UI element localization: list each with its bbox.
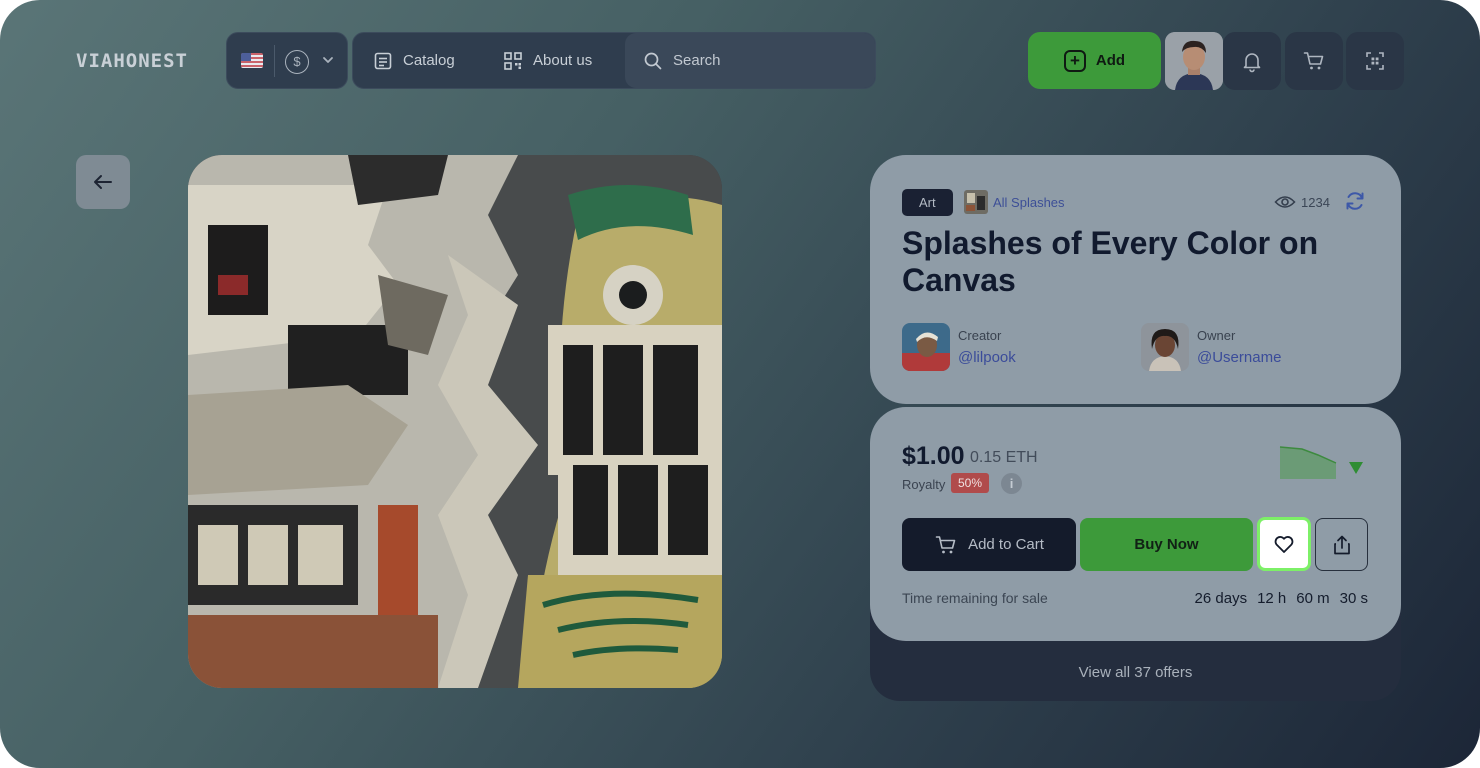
countdown-seconds: 30 s	[1339, 590, 1368, 607]
add-button-label: Add	[1095, 52, 1126, 69]
currency-icon: $	[285, 50, 309, 74]
share-button[interactable]	[1315, 518, 1368, 571]
scan-icon	[1366, 52, 1384, 70]
nav-catalog-label: Catalog	[403, 52, 455, 69]
divider	[274, 45, 275, 77]
main-nav: Catalog About us	[352, 32, 876, 89]
trend-down-icon	[1349, 462, 1363, 474]
collection-thumbnail	[964, 190, 988, 214]
price-sparkline	[1279, 446, 1337, 479]
avatar-portrait	[1165, 32, 1223, 90]
logo[interactable]: VIAHONEST	[76, 50, 188, 72]
sale-timer-label: Time remaining for sale	[902, 590, 1048, 606]
nft-artwork[interactable]	[188, 155, 722, 688]
owner-label: Owner	[1197, 328, 1236, 343]
qr-icon	[504, 51, 522, 70]
info-icon[interactable]: i	[1001, 473, 1022, 494]
view-all-offers-link[interactable]: View all 37 offers	[870, 664, 1401, 681]
cart-icon	[935, 535, 956, 553]
chevron-down-icon	[323, 57, 333, 63]
owner-avatar[interactable]	[1141, 323, 1189, 371]
price-card: $1.00 0.15 ETH Royalty 50% i Add to Cart…	[870, 407, 1401, 641]
like-button[interactable]	[1257, 517, 1311, 571]
cart-icon	[1303, 52, 1324, 70]
category-tag[interactable]: Art	[902, 189, 953, 216]
cart-button[interactable]	[1285, 32, 1343, 90]
nav-about-us[interactable]: About us	[503, 33, 592, 88]
view-count: 1234	[1301, 195, 1330, 210]
royalty-badge: 50%	[951, 473, 990, 493]
plus-icon: +	[1063, 49, 1086, 72]
nav-about-label: About us	[533, 52, 593, 69]
artwork-image	[188, 155, 722, 688]
catalog-icon	[374, 52, 392, 69]
notifications-button[interactable]	[1223, 32, 1281, 90]
share-icon	[1333, 535, 1350, 554]
app-frame: VIAHONEST $ Catalog About us Search + Ad…	[0, 0, 1480, 768]
nft-info-card: Art All Splashes 1234 Splashes of Every …	[870, 155, 1401, 404]
countdown-hours: 12 h	[1257, 590, 1287, 607]
back-button[interactable]	[76, 155, 130, 209]
owner-handle[interactable]: @Username	[1197, 349, 1281, 366]
locale-currency-selector[interactable]: $	[226, 32, 348, 89]
creator-avatar[interactable]	[902, 323, 950, 371]
creator-handle[interactable]: @lilpook	[958, 349, 1016, 366]
nft-title: Splashes of Every Color on Canvas	[902, 225, 1319, 298]
buy-now-button[interactable]: Buy Now	[1080, 518, 1253, 571]
eye-icon	[1274, 196, 1296, 208]
user-avatar[interactable]	[1165, 32, 1223, 90]
price-usd: $1.00	[902, 442, 965, 470]
collection-link[interactable]: All Splashes	[993, 195, 1065, 210]
arrow-left-icon	[94, 175, 112, 189]
countdown-minutes: 60 m	[1296, 590, 1330, 607]
search-icon	[644, 52, 662, 69]
add-to-cart-button[interactable]: Add to Cart	[902, 518, 1076, 571]
heart-icon	[1274, 536, 1294, 553]
royalty-label: Royalty	[902, 477, 946, 492]
nav-catalog[interactable]: Catalog	[373, 33, 455, 88]
creator-label: Creator	[958, 328, 1002, 343]
add-button[interactable]: + Add	[1028, 32, 1161, 89]
sale-countdown: 26 days 12 h 60 m 30 s	[1195, 590, 1368, 607]
search-input[interactable]	[673, 52, 853, 69]
us-flag-icon	[241, 53, 263, 68]
add-to-cart-label: Add to Cart	[968, 536, 1044, 553]
bell-icon	[1243, 53, 1261, 73]
price-eth: 0.15 ETH	[970, 449, 1038, 466]
countdown-days: 26 days	[1194, 590, 1248, 607]
refresh-icon[interactable]	[1344, 190, 1366, 212]
scan-button[interactable]	[1346, 32, 1404, 90]
search-box[interactable]	[625, 33, 875, 88]
